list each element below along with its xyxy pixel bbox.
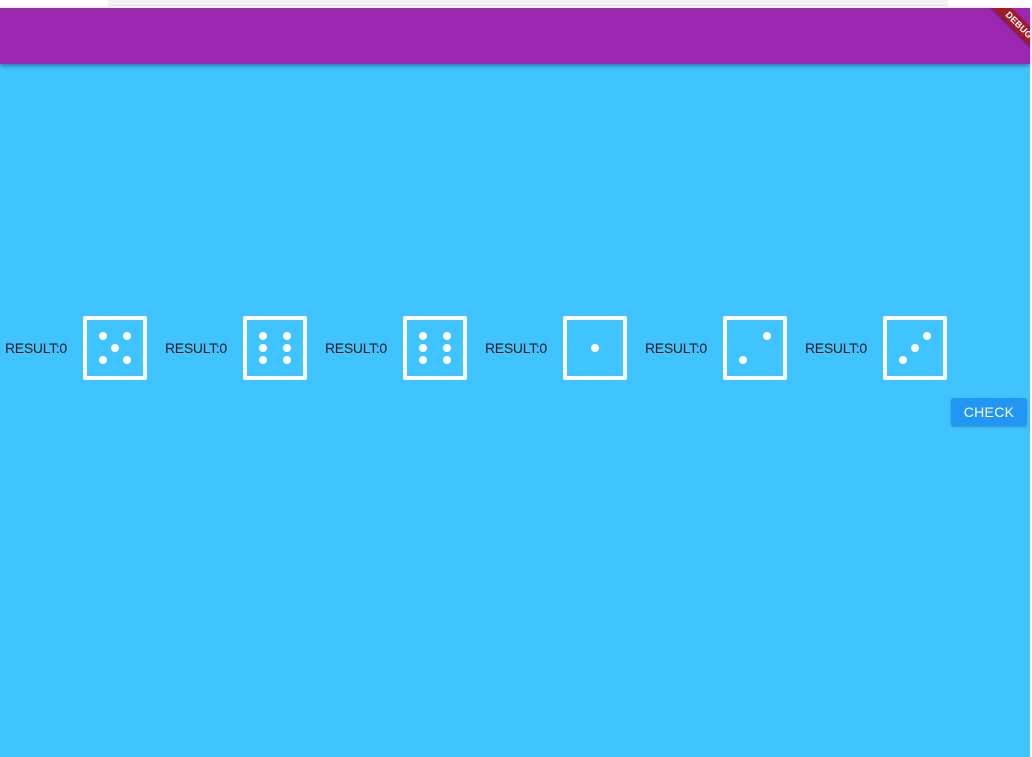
browser-bar — [108, 0, 948, 6]
die-pip — [283, 331, 292, 340]
die-face-icon[interactable] — [403, 316, 467, 380]
die-pip — [443, 331, 452, 340]
die-pip — [443, 344, 452, 352]
debug-label: DEBUG — [985, 8, 1030, 59]
dice-pair-3: RESULT:0 — [320, 316, 480, 380]
die-pip — [738, 356, 747, 365]
dice-row: RESULT:0 RESULT:0 RESULT:0 RESULT:0 RESU… — [0, 316, 960, 380]
die-pip — [258, 331, 267, 340]
app-bar — [0, 8, 1030, 64]
die-pip — [591, 344, 599, 352]
die-pip — [443, 356, 452, 365]
window-top-strip — [0, 0, 1032, 8]
die-pip — [898, 356, 907, 365]
dice-pair-1: RESULT:0 — [0, 316, 160, 380]
main-content — [0, 64, 1030, 757]
die-pip — [98, 356, 107, 365]
die-pip — [98, 331, 107, 340]
die-pip — [923, 331, 932, 340]
die-face-icon[interactable] — [563, 316, 627, 380]
result-label: RESULT:0 — [325, 340, 387, 356]
die-face-icon[interactable] — [723, 316, 787, 380]
result-label: RESULT:0 — [165, 340, 227, 356]
die-pip — [258, 356, 267, 365]
die-pip — [418, 356, 427, 365]
result-label: RESULT:0 — [485, 340, 547, 356]
dice-pair-6: RESULT:0 — [800, 316, 960, 380]
die-pip — [283, 344, 292, 352]
result-label: RESULT:0 — [805, 340, 867, 356]
die-pip — [418, 344, 427, 352]
die-face-icon[interactable] — [243, 316, 307, 380]
check-button[interactable]: CHECK — [951, 398, 1027, 426]
die-pip — [123, 356, 132, 365]
debug-banner: DEBUG — [974, 8, 1030, 64]
result-label: RESULT:0 — [645, 340, 707, 356]
dice-pair-2: RESULT:0 — [160, 316, 320, 380]
die-pip — [418, 331, 427, 340]
die-face-icon[interactable] — [83, 316, 147, 380]
result-label: RESULT:0 — [5, 340, 67, 356]
die-pip — [111, 344, 119, 352]
die-pip — [258, 344, 267, 352]
dice-pair-4: RESULT:0 — [480, 316, 640, 380]
die-pip — [123, 331, 132, 340]
die-pip — [283, 356, 292, 365]
dice-pair-5: RESULT:0 — [640, 316, 800, 380]
die-pip — [911, 344, 919, 352]
die-pip — [763, 331, 772, 340]
die-face-icon[interactable] — [883, 316, 947, 380]
